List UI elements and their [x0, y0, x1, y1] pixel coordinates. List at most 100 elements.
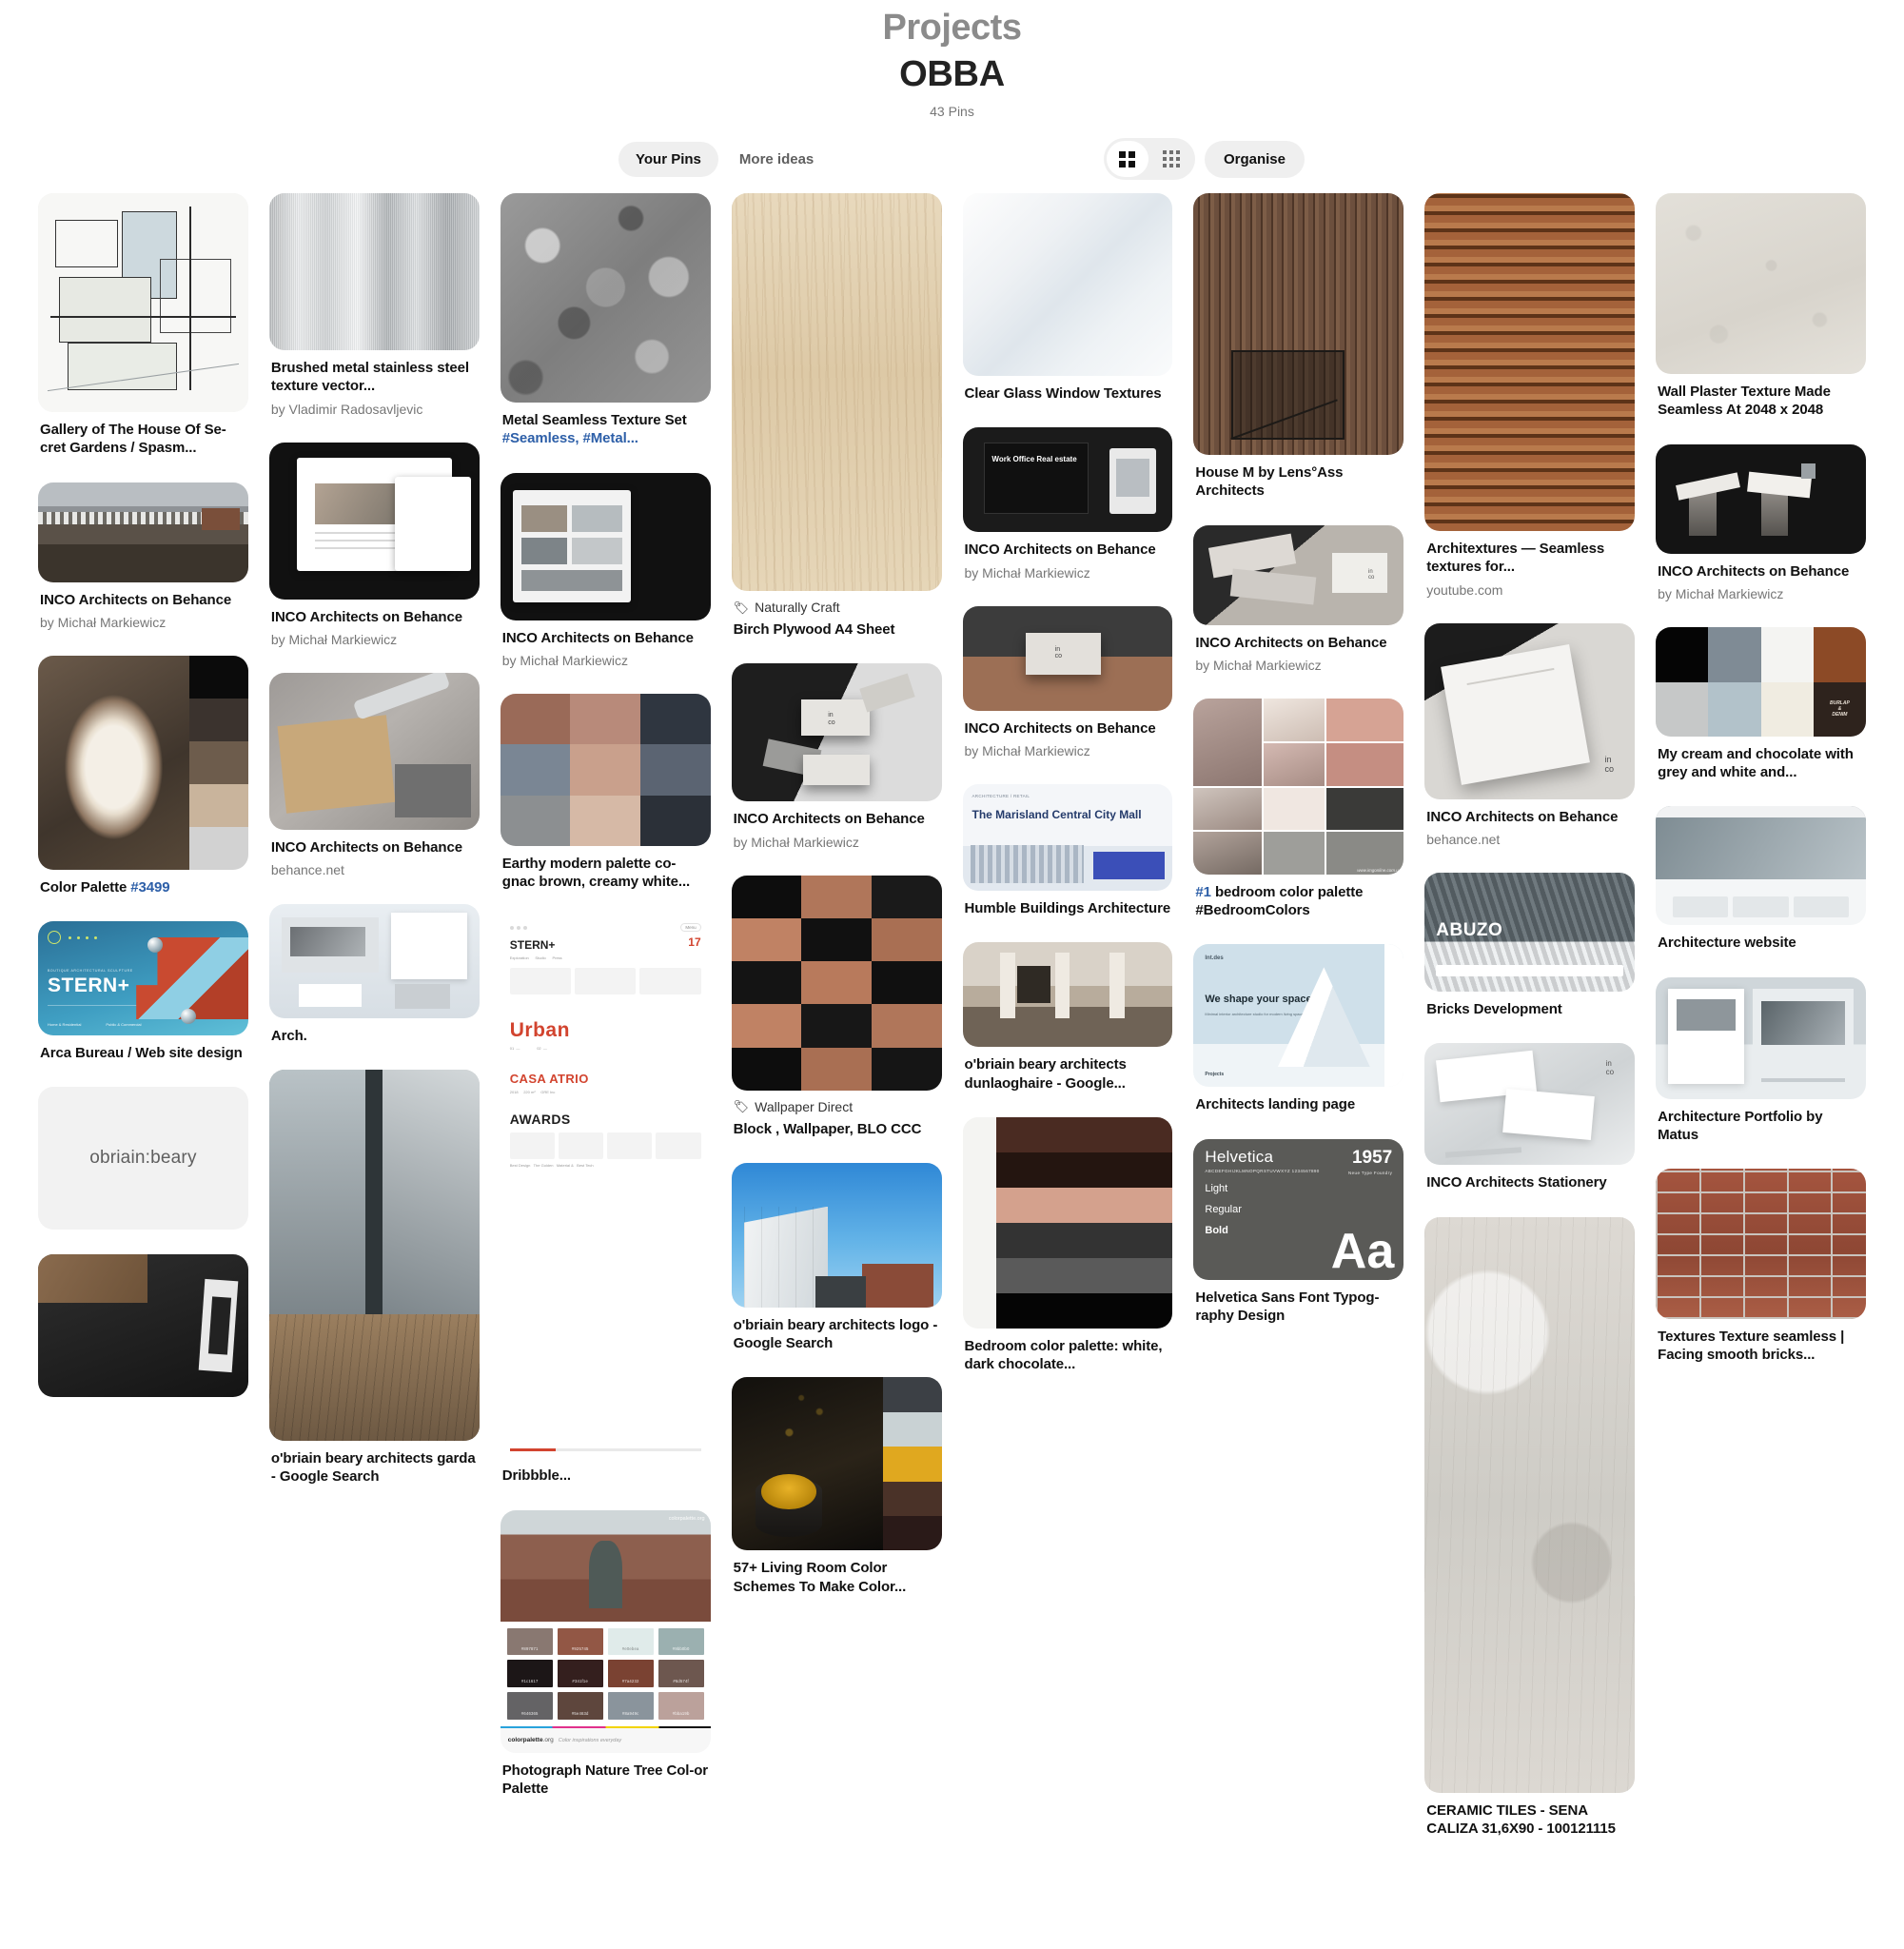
pin-card[interactable]: Work Office Real estate INCO Architects …	[962, 427, 1173, 581]
pin-card[interactable]: www.imgonline.com.ua #1 bedroom color pa…	[1193, 699, 1404, 919]
pin-image-architecture-website[interactable]	[1656, 806, 1866, 926]
organise-button[interactable]: Organise	[1204, 140, 1305, 178]
pin-card[interactable]: INCO Architects on Behance by Michał Mar…	[268, 442, 480, 648]
pin-image-wall-plaster[interactable]	[1656, 193, 1866, 375]
pin-card[interactable]: Wall Plaster Texture Made Seamless At 20…	[1656, 193, 1866, 419]
pin-image-concrete-stands[interactable]	[1656, 443, 1866, 554]
grid-large-icon[interactable]	[1106, 141, 1148, 178]
pin-image-concrete[interactable]	[500, 193, 711, 404]
pin-card[interactable]: o'briain beary architects dunlaoghaire -…	[962, 942, 1173, 1092]
pin-card[interactable]: obriain:beary	[38, 1087, 248, 1230]
grid-small-icon[interactable]	[1150, 141, 1192, 177]
pin-image-inco-block[interactable]: in co	[962, 605, 1173, 711]
pin-image-brushed-metal[interactable]	[268, 193, 480, 351]
pin-image-colorpalette-nature[interactable]: colorpalette.org #897871 #925745 #e0ebea…	[500, 1509, 711, 1753]
pin-card[interactable]: Arch.	[268, 903, 480, 1045]
pin-card[interactable]	[38, 1254, 248, 1398]
pin-tag[interactable]: 🏷 Naturally Craft	[734, 600, 940, 615]
pin-card[interactable]: o'briain beary architects garda - Google…	[268, 1069, 480, 1486]
pin-card[interactable]: Architextures — Seamless textures for...…	[1424, 193, 1636, 599]
pin-image-stern-website[interactable]: BOUTIQUE ARCHITECTURAL SCULPTURE STERN+ …	[38, 921, 248, 1036]
pin-card[interactable]: Menu STERN+ 17 Exploration Studio Press …	[500, 915, 711, 1485]
pin-image-arch-mockup[interactable]	[268, 903, 480, 1018]
pin-image-warm-slat-wood[interactable]	[1424, 193, 1636, 532]
pin-image-work-office[interactable]: Work Office Real estate	[962, 427, 1173, 533]
pin-image-white-building[interactable]	[731, 1163, 942, 1309]
pin-card[interactable]: in co INCO Architects Stationery	[1424, 1043, 1636, 1191]
pin-image-forest-houses[interactable]	[38, 482, 248, 582]
pin-image-helvetica[interactable]: Helvetica ABCDEFGHIJKLMNOPQRSTUVWXYZ 123…	[1193, 1138, 1404, 1280]
pin-image-marisland-mall[interactable]: ARCHITECTURE / RETAIL The Marisland Cent…	[962, 784, 1173, 892]
pin-image-interior-columns[interactable]	[962, 942, 1173, 1048]
pin-image-clear-glass[interactable]	[962, 193, 1173, 377]
pin-image-architecture-portfolio[interactable]	[1656, 976, 1866, 1099]
pin-card[interactable]: Architecture Portfolio by Matus	[1656, 976, 1866, 1144]
pin-image-floor-plan[interactable]	[38, 193, 248, 413]
pin-image-brick-texture[interactable]	[1656, 1168, 1866, 1319]
pin-image-travertine[interactable]	[1424, 1216, 1636, 1793]
pin-tag[interactable]: 🏷 Wallpaper Direct	[734, 1099, 940, 1114]
pin-card[interactable]: in co INCO Architects on Behance by Micha…	[1193, 524, 1404, 674]
swatch: #5e463d	[557, 1691, 603, 1720]
pin-image-inco-letterhead[interactable]: in co	[1424, 622, 1636, 799]
pin-card[interactable]: Color Palette #3499	[38, 656, 248, 896]
pin-card[interactable]: ARCHITECTURE / RETAIL The Marisland Cent…	[962, 784, 1173, 917]
pin-card[interactable]: o'briain beary architects logo - Google …	[731, 1163, 942, 1352]
pin-image-copper-wallpaper[interactable]	[731, 875, 942, 1091]
nature-photo: colorpalette.org	[500, 1509, 711, 1622]
pin-card[interactable]: INCO Architects on Behance by Michał Mar…	[500, 472, 711, 669]
pin-card[interactable]: Int.des We shape your space Minimal inte…	[1193, 944, 1404, 1113]
pin-hashtag[interactable]: #3499	[130, 879, 169, 896]
pin-image-bedroom-palette[interactable]	[962, 1116, 1173, 1329]
pin-image-dribbble-poster[interactable]: Menu STERN+ 17 Exploration Studio Press …	[500, 915, 711, 1459]
pin-image-architects-landing[interactable]: Int.des We shape your space Minimal inte…	[1193, 944, 1404, 1088]
pin-card[interactable]: 🏷 Naturally Craft Birch Plywood A4 Sheet	[731, 193, 942, 639]
pin-card[interactable]: INCO Architects on Behance by Michał Mar…	[1656, 443, 1866, 602]
pin-hashtag[interactable]: #Seamless, #Metal...	[502, 430, 638, 446]
pin-image-coffee-palette[interactable]	[38, 656, 248, 871]
pin-image-cream-chocolate[interactable]: BURLAP & DENIM	[1656, 627, 1866, 738]
pin-card[interactable]: BOUTIQUE ARCHITECTURAL SCULPTURE STERN+ …	[38, 921, 248, 1062]
breadcrumb[interactable]: Projects	[0, 8, 1904, 49]
pin-image-inco-stationery[interactable]: in co	[1424, 1043, 1636, 1166]
pin-image-inco-docs[interactable]	[268, 442, 480, 600]
pin-card[interactable]: BURLAP & DENIM My cream and chocolate with…	[1656, 627, 1866, 781]
pin-hashtag-number[interactable]: #1	[1195, 884, 1211, 900]
pin-card[interactable]: INCO Architects on Behance behance.net	[268, 673, 480, 878]
pin-card[interactable]: Metal Seamless Texture Set #Seamless, #M…	[500, 193, 711, 447]
tab-your-pins[interactable]: Your Pins	[618, 141, 718, 177]
swatch-label: #6d574f	[673, 1678, 689, 1683]
pin-image-dark-desk[interactable]	[38, 1254, 248, 1398]
pin-card[interactable]: Textures Texture seamless | Facing smoot…	[1656, 1168, 1866, 1364]
pin-image-obriain-logo[interactable]: obriain:beary	[38, 1087, 248, 1230]
pin-image-glass-corridor[interactable]	[268, 1069, 480, 1441]
pin-card[interactable]: Brushed metal stainless steel texture ve…	[268, 193, 480, 418]
tab-more-ideas[interactable]: More ideas	[722, 142, 831, 177]
pin-image-desk-pen-paper[interactable]	[268, 673, 480, 831]
pin-card[interactable]: Architecture website	[1656, 806, 1866, 952]
pin-image-spice-palette[interactable]	[731, 1377, 942, 1551]
pin-card[interactable]: Helvetica ABCDEFGHIJKLMNOPQRSTUVWXYZ 123…	[1193, 1138, 1404, 1325]
pin-card[interactable]: in co INCO Architects on Behance by Micha…	[731, 663, 942, 850]
pin-image-earthy-palette[interactable]	[500, 694, 711, 847]
pin-card[interactable]: 57+ Living Room Color Schemes To Make Co…	[731, 1377, 942, 1595]
pin-card[interactable]: CERAMIC TILES - SENA CALIZA 31,6X90 - 10…	[1424, 1216, 1636, 1838]
pin-card[interactable]: colorpalette.org #897871 #925745 #e0ebea…	[500, 1509, 711, 1798]
pin-card[interactable]: in co INCO Architects on Behance by Micha…	[962, 605, 1173, 759]
pin-card[interactable]: INCO Architects on Behance by Michał Mar…	[38, 482, 248, 631]
pin-image-abuzo[interactable]: ABUZO	[1424, 873, 1636, 993]
pin-image-inco-cards-gray[interactable]: in co	[1193, 524, 1404, 625]
pin-card[interactable]: Bedroom color palette: white, dark choco…	[962, 1116, 1173, 1373]
pin-card[interactable]: Clear Glass Window Textures	[962, 193, 1173, 403]
pin-card[interactable]: Earthy modern palette co-gnac brown, cre…	[500, 694, 711, 891]
pin-image-inco-cards-studio[interactable]: in co	[731, 663, 942, 802]
pin-card[interactable]: House M by Lens°Ass Architects	[1193, 193, 1404, 500]
pin-card[interactable]: ABUZO Bricks Development	[1424, 873, 1636, 1018]
pin-image-bedroom-moodboard[interactable]: www.imgonline.com.ua	[1193, 699, 1404, 876]
pin-image-inco-tablet[interactable]	[500, 472, 711, 620]
pin-card[interactable]: in co INCO Architects on Behance behance.…	[1424, 622, 1636, 848]
pin-card[interactable]: Gallery of The House Of Se-cret Gardens …	[38, 193, 248, 457]
pin-image-ribbed-wood[interactable]	[1193, 193, 1404, 456]
pin-image-birch-plywood[interactable]	[731, 193, 942, 592]
pin-card[interactable]: 🏷 Wallpaper Direct Block , Wallpaper, BL…	[731, 875, 942, 1138]
